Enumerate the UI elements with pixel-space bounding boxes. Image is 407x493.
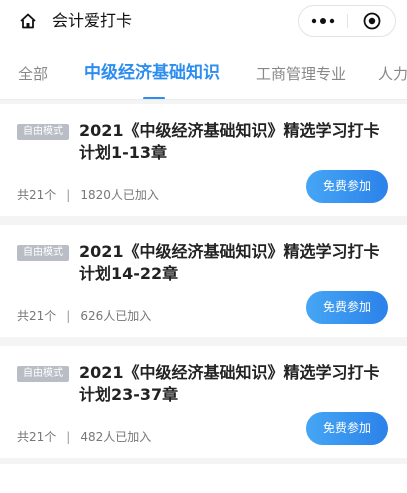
plan-title: 2021《中级经济基础知识》精选学习打卡计划14-22章 (79, 242, 380, 283)
mini-program-capsule (298, 5, 396, 37)
more-dots-icon (311, 18, 335, 24)
plan-card[interactable]: 自由模式 2021《中级经济基础知识》精选学习打卡计划14-22章 共21个 | 6… (0, 225, 407, 337)
tab-business-admin[interactable]: 工商管理专业 (256, 64, 346, 84)
plan-title: 2021《中级经济基础知识》精选学习打卡计划23-37章 (79, 363, 380, 404)
plan-count: 共21个 (17, 188, 57, 202)
mode-badge: 自由模式 (17, 124, 69, 140)
plan-meta: 共21个 | 1820人已加入 (17, 187, 159, 203)
plan-meta: 共21个 | 482人已加入 (17, 429, 151, 445)
capsule-close-icon (363, 12, 381, 30)
active-tab-indicator (143, 97, 165, 99)
join-free-button[interactable]: 免费参加 (306, 170, 388, 203)
mode-badge: 自由模式 (17, 245, 69, 261)
more-button[interactable] (299, 6, 347, 36)
tab-all[interactable]: 全部 (18, 64, 48, 84)
mode-badge: 自由模式 (17, 366, 69, 382)
plan-joined: 626人已加入 (80, 309, 152, 323)
plan-joined: 1820人已加入 (80, 188, 159, 202)
plan-count: 共21个 (17, 309, 57, 323)
join-free-button[interactable]: 免费参加 (306, 412, 388, 445)
home-button[interactable] (17, 10, 39, 32)
plan-meta: 共21个 | 626人已加入 (17, 308, 151, 324)
meta-divider: | (66, 188, 71, 202)
join-free-button[interactable]: 免费参加 (306, 291, 388, 324)
home-icon (20, 13, 36, 29)
plan-card-partial (0, 464, 407, 493)
plan-count: 共21个 (17, 430, 57, 444)
plan-card[interactable]: 自由模式 2021《中级经济基础知识》精选学习打卡计划1-13章 共21个 | 18… (0, 104, 407, 216)
close-button[interactable] (348, 6, 396, 36)
tab-economics-basics[interactable]: 中级经济基础知识 (84, 63, 220, 83)
meta-divider: | (66, 309, 71, 323)
plan-joined: 482人已加入 (80, 430, 152, 444)
category-tabs: 全部 中级经济基础知识 工商管理专业 人力 (0, 44, 407, 100)
meta-divider: | (66, 430, 71, 444)
tab-hr[interactable]: 人力 (378, 64, 407, 84)
page-title: 会计爱打卡 (52, 11, 133, 30)
plan-card[interactable]: 自由模式 2021《中级经济基础知识》精选学习打卡计划23-37章 共21个 | 4… (0, 346, 407, 458)
app-header: 会计爱打卡 (0, 0, 407, 44)
plan-title: 2021《中级经济基础知识》精选学习打卡计划1-13章 (79, 121, 380, 162)
